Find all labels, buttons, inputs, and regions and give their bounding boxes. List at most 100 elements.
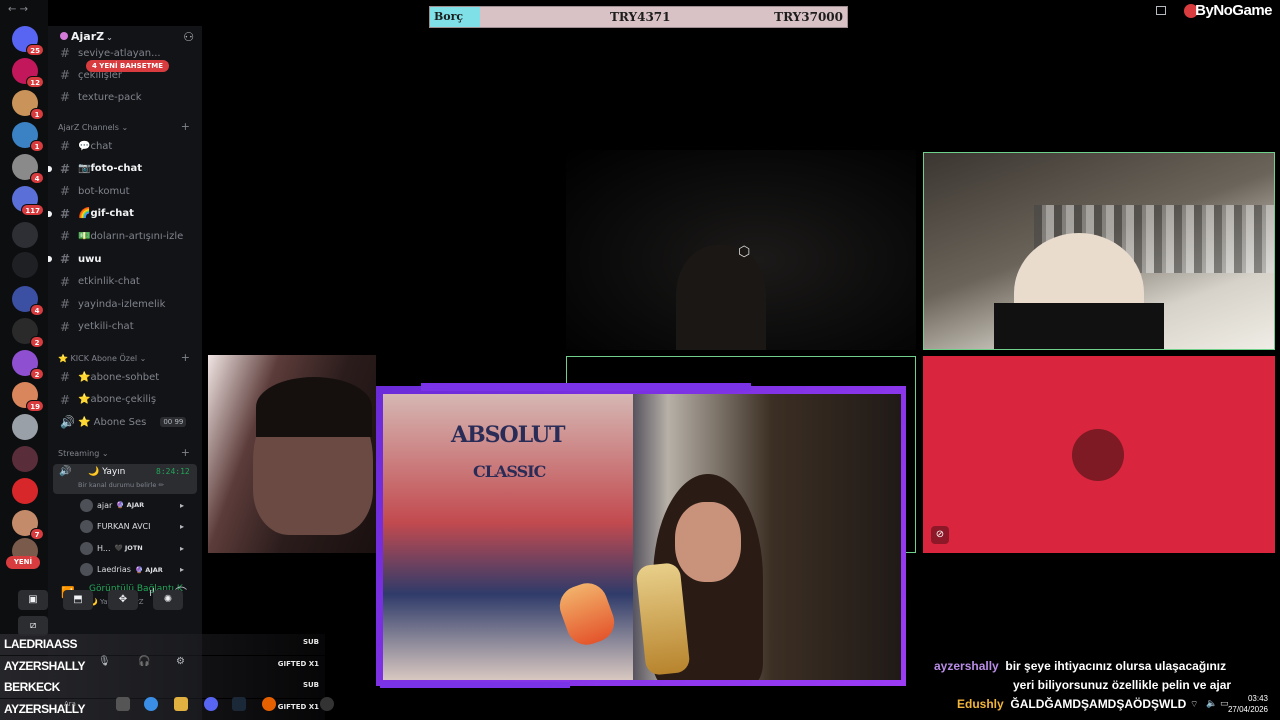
hash-icon: # bbox=[60, 252, 71, 266]
channel-item[interactable]: # yetkili-chat bbox=[60, 318, 134, 336]
screen-share-button[interactable]: ⬒ bbox=[63, 590, 93, 610]
server-icon[interactable]: 117 bbox=[12, 186, 44, 216]
channel-item[interactable]: # 💬chat bbox=[60, 137, 112, 155]
voice-user[interactable]: ajar 🔮 AJAR ▸ bbox=[80, 497, 184, 513]
server-icon[interactable]: 25 bbox=[12, 26, 44, 56]
channel-item[interactable]: # bot-komut bbox=[60, 182, 130, 200]
server-icon[interactable]: 12 bbox=[12, 58, 44, 88]
add-channel-icon[interactable]: + bbox=[181, 351, 190, 364]
channel-item[interactable]: # 💵doların-artışını-izle bbox=[60, 227, 183, 245]
cursor-icon: ⬡ bbox=[738, 244, 751, 260]
video-button[interactable]: ▣ bbox=[18, 590, 48, 610]
chevron-down-icon: ⌄ bbox=[121, 123, 129, 132]
channel-label: 💵doların-artışını-izle bbox=[78, 230, 184, 242]
steam-icon[interactable] bbox=[232, 697, 246, 711]
server-icon[interactable]: 19 bbox=[12, 382, 44, 412]
video-tile-left[interactable] bbox=[208, 355, 376, 553]
file-explorer-icon[interactable] bbox=[174, 697, 188, 711]
cam-accent-bar bbox=[380, 682, 570, 688]
clock-date: 27/04/2026 bbox=[1227, 705, 1268, 714]
add-channel-icon[interactable]: + bbox=[181, 446, 190, 459]
server-icon[interactable] bbox=[12, 222, 38, 248]
sub-alert-row: BERKECK SUB bbox=[0, 677, 325, 698]
server-icon[interactable]: 4 bbox=[12, 286, 44, 316]
discord-icon[interactable] bbox=[204, 697, 218, 711]
server-icon[interactable]: 2 bbox=[12, 318, 44, 348]
server-icon bbox=[60, 32, 68, 40]
settings-gear-icon[interactable]: ⚙ bbox=[176, 656, 185, 667]
channel-item[interactable]: # 🌈gif-chat bbox=[48, 205, 134, 223]
server-icon[interactable]: 4 bbox=[12, 154, 44, 184]
video-tile-kitchen[interactable] bbox=[923, 152, 1275, 350]
hash-icon: # bbox=[60, 68, 71, 82]
hash-icon: # bbox=[60, 139, 71, 153]
avatar bbox=[80, 498, 93, 512]
debt-current: TRY4371 bbox=[610, 10, 671, 24]
speaker-icon: 🔊 bbox=[59, 466, 72, 477]
channel-item[interactable]: # yayinda-izlemelik bbox=[60, 295, 165, 313]
channel-label: yayinda-izlemelik bbox=[78, 298, 166, 310]
voice-channel-name: 🌙 Yayın bbox=[88, 467, 126, 477]
channel-sidebar: AjarZ ⌄ ⚇ # seviye-atlayan... # çekilişler … bbox=[18, 26, 202, 720]
invite-user-icon[interactable]: ⚇ bbox=[183, 30, 194, 44]
unread-badge: 7 bbox=[30, 528, 44, 540]
headphones-icon[interactable]: 🎧 bbox=[138, 656, 150, 667]
streamer-face bbox=[675, 502, 741, 582]
server-icon[interactable] bbox=[12, 252, 38, 278]
server-icon[interactable]: 1 bbox=[12, 90, 44, 120]
taskbar-search[interactable]: Ara bbox=[64, 700, 76, 708]
soundboard-button[interactable]: ✺ bbox=[153, 590, 183, 610]
channel-item[interactable]: # uwu bbox=[48, 250, 101, 268]
nav-arrows[interactable]: ← → bbox=[8, 4, 28, 15]
video-tile-dark[interactable]: ⬡ bbox=[566, 150, 916, 350]
server-icon[interactable] bbox=[12, 478, 38, 504]
unread-badge: 4 bbox=[30, 172, 44, 184]
category-kick-abone[interactable]: ⭐ KICK Abone Özel ⌄ bbox=[58, 354, 146, 363]
copilot-icon[interactable] bbox=[144, 697, 158, 711]
channel-item[interactable]: # ⭐abone-sohbet bbox=[60, 368, 159, 386]
voice-user[interactable]: Laedrias 🔮 AJAR ▸ bbox=[80, 562, 184, 578]
category-ajarz-channels[interactable]: AjarZ Channels ⌄ bbox=[58, 123, 128, 132]
unread-badge: 12 bbox=[26, 76, 44, 88]
taskbar-clock[interactable]: 03:43 27/04/2026 bbox=[1228, 693, 1268, 715]
chat-message: Edushly ĞALDĞAMDŞAMDŞAÖDŞWLD bbox=[957, 697, 1186, 711]
channel-status[interactable]: Bir kanal durumu belirle ✏ bbox=[78, 481, 164, 489]
hash-icon: # bbox=[60, 319, 71, 334]
sub-alert-row: LAEDRIAASS SUB bbox=[0, 634, 325, 655]
activities-button[interactable]: ✥ bbox=[108, 590, 138, 610]
volume-icon[interactable]: 🔈 bbox=[1206, 699, 1217, 709]
new-mentions-pill[interactable]: 4 YENİ BAHSETME bbox=[86, 60, 170, 72]
channel-item[interactable]: # ⭐abone-çekiliş bbox=[60, 391, 156, 409]
unread-badge: 19 bbox=[26, 400, 44, 412]
video-tile-avatar[interactable]: ⊘ bbox=[923, 356, 1275, 553]
mic-icon[interactable]: 🎙 bbox=[98, 656, 111, 667]
add-channel-icon[interactable]: + bbox=[181, 120, 190, 133]
server-icon[interactable]: 2 bbox=[12, 350, 44, 380]
voice-user[interactable]: FURKAN AVCI ▸ bbox=[80, 519, 184, 535]
server-name-header[interactable]: AjarZ ⌄ bbox=[60, 30, 113, 43]
server-icon[interactable] bbox=[12, 446, 38, 472]
chat-message: ayzershally bir şeye ihtiyacınız olursa … bbox=[934, 659, 1226, 673]
new-unread-pill[interactable]: YENİ bbox=[6, 556, 40, 569]
channel-item[interactable]: # 📷foto-chat bbox=[48, 160, 142, 178]
server-icon[interactable]: 1 bbox=[12, 122, 44, 152]
firefox-icon[interactable] bbox=[262, 697, 276, 711]
server-icon[interactable] bbox=[12, 414, 38, 440]
channel-item[interactable]: 🔊 ⭐ Abone Ses 00 99 bbox=[60, 413, 187, 431]
channel-texture-pack[interactable]: # texture-pack bbox=[60, 88, 142, 106]
taskview-icon[interactable] bbox=[116, 697, 130, 711]
channel-item[interactable]: # etkinlik-chat bbox=[60, 273, 140, 291]
window-icon[interactable] bbox=[1156, 6, 1166, 15]
back-arrow-icon[interactable]: ← bbox=[8, 4, 16, 15]
hash-icon: # bbox=[60, 392, 71, 407]
forward-arrow-icon[interactable]: → bbox=[20, 4, 28, 15]
channel-label: yetkili-chat bbox=[78, 321, 134, 333]
chat-text: bir şeye ihtiyacınız olursa ulaşacağınız bbox=[1005, 659, 1227, 673]
server-icon[interactable]: 7 bbox=[12, 510, 44, 540]
obs-icon[interactable] bbox=[320, 697, 334, 711]
voice-user[interactable]: H... 🖤 JOTN ▸ bbox=[80, 540, 184, 556]
wifi-icon[interactable]: ⌔ bbox=[1190, 699, 1198, 710]
unread-indicator bbox=[48, 256, 52, 262]
camera-off-button[interactable]: ⧄ bbox=[18, 616, 48, 636]
category-streaming[interactable]: Streaming ⌄ bbox=[58, 449, 109, 458]
